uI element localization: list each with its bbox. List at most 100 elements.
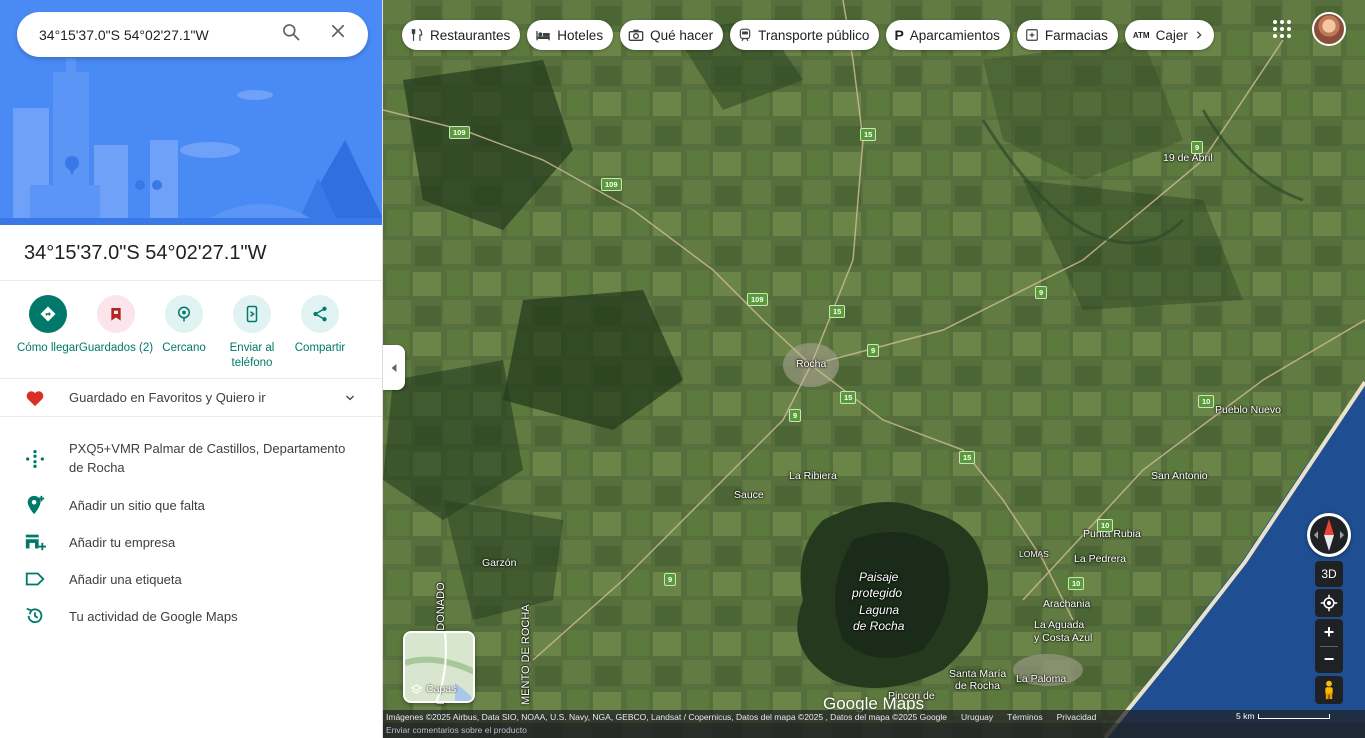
my-location-button[interactable] <box>1315 589 1343 617</box>
close-button[interactable] <box>329 22 355 48</box>
account-avatar[interactable] <box>1312 12 1346 46</box>
search-box[interactable] <box>17 12 368 57</box>
close-icon <box>331 24 345 38</box>
hero-illustration <box>0 0 382 225</box>
plus-code-row[interactable]: PXQ5+VMR Palmar de Castillos, Departamen… <box>0 439 382 479</box>
send-to-phone-label: Enviar al teléfono <box>229 342 275 369</box>
protected-area-label-2[interactable]: protegido <box>852 586 902 600</box>
camera-icon <box>628 29 644 41</box>
route-shield-15: 15 <box>959 451 976 464</box>
layers-label: Capas <box>426 683 457 695</box>
collapse-panel-button[interactable] <box>383 345 405 390</box>
chip-things-to-do-label: Qué hacer <box>650 27 714 43</box>
add-label-row[interactable]: Añadir una etiqueta <box>0 568 382 590</box>
zoom-in-button[interactable]: + <box>1315 620 1343 646</box>
chip-transit[interactable]: Transporte público <box>730 20 880 50</box>
restaurant-icon <box>411 28 423 41</box>
route-shield-15: 15 <box>860 128 877 141</box>
place-label-la-paloma[interactable]: La Paloma <box>1016 673 1066 685</box>
place-label-la-pedrera[interactable]: La Pedrera <box>1074 553 1126 565</box>
attribution-bar: Imágenes ©2025 Airbus, Data SIO, NOAA, U… <box>383 710 1365 723</box>
chip-parking-label: Aparcamientos <box>909 27 1000 43</box>
terms-link[interactable]: Términos <box>1007 712 1042 722</box>
place-label-arachania[interactable]: Arachania <box>1043 598 1090 610</box>
route-shield-10: 10 <box>1068 577 1085 590</box>
imagery-attribution: Imágenes ©2025 Airbus, Data SIO, NOAA, U… <box>386 711 948 722</box>
place-label-costa-azul[interactable]: y Costa Azul <box>1034 632 1092 644</box>
place-label-rocha[interactable]: Rocha <box>796 358 826 370</box>
maps-activity-row[interactable]: Tu actividad de Google Maps <box>0 605 382 627</box>
chevron-right-icon <box>1196 31 1202 39</box>
scale-bar[interactable]: 5 km <box>1236 711 1331 721</box>
feedback-link[interactable]: Enviar comentarios sobre el producto <box>383 723 1365 738</box>
maps-activity-text: Tu actividad de Google Maps <box>69 609 238 624</box>
add-place-icon <box>27 495 45 515</box>
route-shield-9: 9 <box>1035 286 1048 299</box>
nearby-button[interactable]: Cercano <box>150 295 218 378</box>
nearby-label: Cercano <box>162 342 206 354</box>
send-to-phone-button[interactable]: Enviar al teléfono <box>218 295 286 378</box>
zoom-out-button[interactable]: − <box>1315 647 1343 673</box>
chip-atm[interactable]: ATM Cajer <box>1124 20 1214 50</box>
place-label-de-rocha[interactable]: de Rocha <box>955 680 1000 692</box>
add-business-text: Añadir tu empresa <box>69 535 176 550</box>
add-place-text: Añadir un sitio que falta <box>69 498 205 513</box>
add-business-icon <box>25 534 46 551</box>
satellite-map[interactable]: Rocha La Ribiera Sauce Garzón 19 de Abri… <box>383 0 1365 738</box>
nearby-icon <box>178 306 190 322</box>
chip-restaurants[interactable]: Restaurantes <box>402 20 521 50</box>
place-label-19-de-abril[interactable]: 19 de Abril <box>1163 152 1213 164</box>
protected-area-label-1[interactable]: Paisaje <box>859 570 898 584</box>
send-to-phone-circle <box>233 295 271 333</box>
zoom-controls: + − <box>1315 619 1343 673</box>
add-place-row[interactable]: Añadir un sitio que falta <box>0 494 382 516</box>
privacy-link[interactable]: Privacidad <box>1057 712 1097 722</box>
add-label-text: Añadir una etiqueta <box>69 572 182 587</box>
layers-button[interactable]: Capas <box>403 631 475 703</box>
route-shield-10: 10 <box>1097 519 1114 532</box>
layers-icon <box>411 683 422 694</box>
chip-parking[interactable]: P Aparcamientos <box>886 20 1010 50</box>
place-label-sauce[interactable]: Sauce <box>734 489 764 501</box>
place-label-la-ribiera[interactable]: La Ribiera <box>789 470 837 482</box>
department-label-rocha: MENTO DE ROCHA <box>520 604 532 705</box>
chip-hotels[interactable]: Hoteles <box>527 20 614 50</box>
place-label-la-aguada[interactable]: La Aguada <box>1034 619 1084 631</box>
pharmacy-icon <box>1025 29 1038 41</box>
parking-icon: P <box>894 27 904 43</box>
saved-circle <box>97 295 135 333</box>
search-input[interactable] <box>39 26 269 43</box>
chips-scroll-right-button[interactable] <box>1187 24 1210 46</box>
protected-area-label-4[interactable]: de Rocha <box>853 619 904 633</box>
region-link[interactable]: Uruguay <box>961 712 993 722</box>
place-label-san-antonio[interactable]: San Antonio <box>1151 470 1208 482</box>
action-buttons: Cómo llegar Guardados (2) Cercano Enviar… <box>0 281 382 379</box>
chevron-left-icon <box>391 363 397 372</box>
search-icon <box>283 24 300 41</box>
place-label-lomas[interactable]: LOMAS <box>1019 549 1049 559</box>
compass-button[interactable] <box>1307 513 1351 557</box>
chip-things-to-do[interactable]: Qué hacer <box>620 20 724 50</box>
route-shield-15: 15 <box>829 305 846 318</box>
tilt-3d-button[interactable]: 3D <box>1315 561 1343 587</box>
heart-icon <box>26 390 44 406</box>
place-label-pueblo-nuevo[interactable]: Pueblo Nuevo <box>1215 404 1281 416</box>
chip-transit-label: Transporte público <box>758 27 870 43</box>
route-shield-9: 9 <box>789 409 802 422</box>
protected-area-label-3[interactable]: Laguna <box>859 603 899 617</box>
google-apps-icon[interactable] <box>1270 17 1294 41</box>
chip-pharmacies[interactable]: Farmacias <box>1016 20 1118 50</box>
place-label-garzon[interactable]: Garzón <box>482 557 516 569</box>
place-label-santa-maria[interactable]: Santa María <box>949 668 1006 680</box>
directions-label: Cómo llegar <box>17 342 79 354</box>
saved-lists-row[interactable]: Guardado en Favoritos y Quiero ir <box>0 379 382 417</box>
add-business-row[interactable]: Añadir tu empresa <box>0 531 382 553</box>
directions-button[interactable]: Cómo llegar <box>14 295 82 378</box>
saved-button[interactable]: Guardados (2) <box>79 295 153 378</box>
label-icon <box>25 572 45 586</box>
share-button[interactable]: Compartir <box>286 295 354 378</box>
side-panel: 34°15'37.0"S 54°02'27.1"W Cómo llegar Gu… <box>0 0 383 738</box>
street-view-pegman-button[interactable] <box>1315 676 1343 704</box>
layers-label-wrap: Capas <box>411 683 456 695</box>
search-button[interactable] <box>281 22 307 48</box>
